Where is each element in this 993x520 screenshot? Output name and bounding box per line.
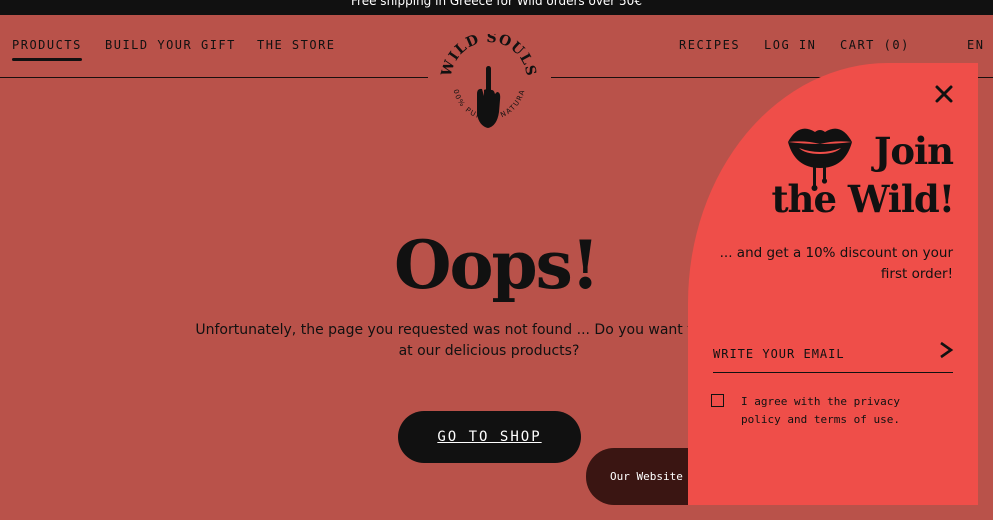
email-field[interactable] bbox=[713, 335, 953, 373]
popup-discount-text: ... and get a 10% discount on your first… bbox=[719, 245, 953, 282]
nav-build-your-gift[interactable]: BUILD YOUR GIFT bbox=[105, 38, 236, 52]
nav-recipes[interactable]: RECIPES bbox=[679, 38, 740, 52]
popup-headline-join: Join bbox=[873, 129, 954, 173]
close-icon[interactable] bbox=[933, 83, 955, 105]
nav-products[interactable]: PRODUCTS bbox=[12, 38, 82, 61]
announcement-text: Free shipping in Greece for Wild orders … bbox=[351, 0, 642, 8]
popup-headline-the-wild: the Wild! bbox=[771, 177, 955, 221]
nav-the-store[interactable]: THE STORE bbox=[257, 38, 336, 52]
agree-checkbox[interactable] bbox=[711, 394, 724, 407]
announcement-bar: Free shipping in Greece for Wild orders … bbox=[0, 0, 993, 15]
nav-language[interactable]: EN bbox=[967, 38, 984, 52]
nav-cart[interactable]: CART (0) bbox=[840, 38, 910, 52]
hand-icon bbox=[477, 66, 501, 128]
header-divider-left bbox=[0, 77, 428, 78]
newsletter-popup: Join the Wild! ... and get a 10% discoun… bbox=[688, 63, 978, 505]
go-to-shop-button[interactable]: GO TO SHOP bbox=[398, 411, 581, 463]
agree-label: I agree with the privacy policy and term… bbox=[741, 395, 900, 426]
wild-souls-logo[interactable]: WILD SOULS 100% PURE & NATURAL bbox=[437, 34, 541, 156]
error-title: Oops! bbox=[394, 226, 600, 304]
arrow-right-icon[interactable] bbox=[938, 341, 954, 359]
nav-log-in[interactable]: LOG IN bbox=[764, 38, 816, 52]
